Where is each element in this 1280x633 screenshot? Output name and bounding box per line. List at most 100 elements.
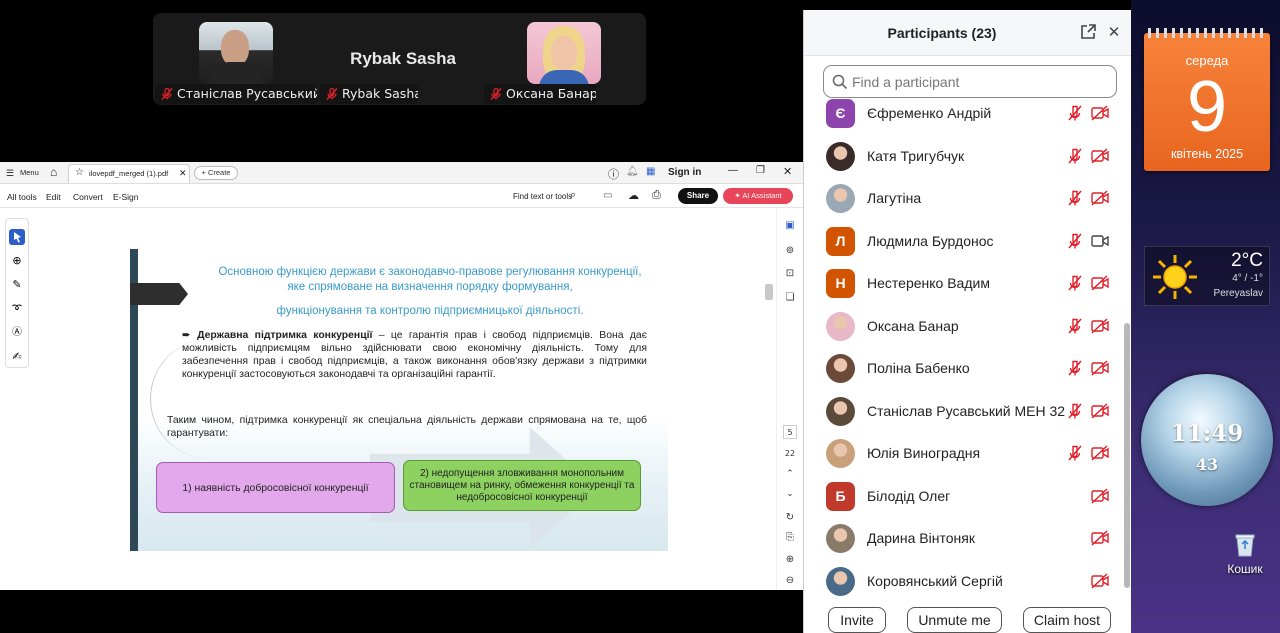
video-tile-oksana[interactable] [527,22,601,84]
save-icon[interactable]: ▭ [603,190,612,201]
pdf-document-view[interactable]: Основною функцією держави є законодавчо-… [30,209,776,590]
muted-mic-icon[interactable] [1066,189,1084,207]
close-window-icon[interactable]: ✕ [783,165,792,178]
video-off-icon[interactable] [1090,317,1110,335]
esign-menu[interactable]: E-Sign [113,192,139,202]
participant-row[interactable]: Катя Тригубчук [804,135,1124,177]
participant-row[interactable]: Н Нестеренко Вадим [804,262,1124,304]
muted-mic-icon[interactable] [1066,232,1084,250]
muted-mic-icon[interactable] [1066,317,1084,335]
menu-label[interactable]: Menu [20,168,39,177]
video-off-icon[interactable] [1090,189,1110,207]
participant-scrollbar[interactable] [1124,98,1130,598]
zoom-icon[interactable]: ⊕ [9,253,25,269]
document-tab[interactable]: ☆ ilovepdf_merged (1).pdf ✕ [68,164,190,183]
page-number-input[interactable]: 5 [783,425,797,439]
participant-row[interactable]: Оксана Банар [804,305,1124,347]
muted-mic-icon[interactable] [1066,274,1084,292]
close-tab-icon[interactable]: ✕ [179,168,187,179]
link-icon[interactable]: ⊚ [783,244,797,258]
clock-gadget[interactable]: 11:49 43 [1141,374,1273,506]
help-icon[interactable]: ⓘ [608,166,619,182]
video-off-icon[interactable] [1090,529,1110,547]
pages-icon[interactable]: ❏ [783,291,797,305]
participant-row[interactable]: Коровянський Сергій [804,560,1124,599]
document-scrollbar[interactable] [765,284,773,300]
search-icon[interactable]: ⌕ [570,189,576,202]
convert-menu[interactable]: Convert [73,192,103,202]
avatar [826,439,855,468]
lasso-icon[interactable]: ➰︎ [9,301,25,317]
find-tools-search[interactable]: Find text or tools [513,192,572,201]
muted-mic-icon[interactable] [1066,104,1084,122]
maximize-icon[interactable]: ❐ [756,165,765,176]
comment-icon[interactable]: ▣ [783,219,797,233]
sign-icon[interactable]: ✍︎ [9,349,25,365]
print-icon[interactable]: ⎙ [652,189,661,202]
calendar-gadget[interactable]: середа 9 квітень 2025 [1144,28,1270,171]
sign-in-link[interactable]: Sign in [668,167,701,178]
page-down-icon[interactable]: ⌄ [783,487,797,501]
share-button[interactable]: Share [678,188,718,204]
muted-mic-icon[interactable] [1066,444,1084,462]
clock-seconds: 43 [1195,455,1219,474]
export-icon[interactable]: ⊡ [783,267,797,281]
refresh-icon[interactable]: ↻ [783,511,797,525]
recycle-bin[interactable]: Кошик [1225,530,1265,580]
all-tools-menu[interactable]: All tools [7,192,37,202]
minimize-icon[interactable]: — [728,165,738,176]
participant-row[interactable]: Станіслав Русавський МЕН 32 [804,390,1124,432]
edit-menu[interactable]: Edit [46,192,61,202]
weather-gadget[interactable]: 2°C 4° / -1° Pereyaslav [1144,246,1270,306]
participant-name: Юлія Виноградня [867,445,981,461]
video-off-icon[interactable] [1090,487,1110,505]
create-button[interactable]: + Create [194,166,238,180]
ai-assistant-button[interactable]: ✦ AI Assistant [723,188,793,204]
video-off-icon[interactable] [1090,444,1110,462]
zoom-in-icon[interactable]: ⊕ [783,553,797,567]
star-icon[interactable]: ☆ [75,167,84,178]
apps-grid-icon[interactable]: ▦ [646,166,655,177]
upload-cloud-icon[interactable]: ☁ [628,189,639,202]
participants-footer: Invite Unmute me Claim host [804,598,1132,633]
pop-out-icon[interactable] [1079,23,1097,41]
participant-row[interactable]: Дарина Вінтоняк [804,517,1124,559]
video-camera-icon[interactable] [1090,232,1110,250]
unmute-me-button[interactable]: Unmute me [907,607,1002,633]
select-cursor-icon[interactable] [9,229,25,245]
video-off-icon[interactable] [1090,274,1110,292]
muted-mic-icon [161,87,173,100]
search-input[interactable] [852,72,1107,92]
claim-host-button[interactable]: Claim host [1023,607,1111,633]
home-icon[interactable]: ⌂ [50,165,57,179]
participant-row[interactable]: Поліна Бабенко [804,347,1124,389]
page-up-icon[interactable]: ⌃ [783,467,797,481]
muted-mic-icon[interactable] [1066,402,1084,420]
pen-icon[interactable]: ✎ [9,277,25,293]
video-off-icon[interactable] [1090,402,1110,420]
close-panel-icon[interactable]: ✕ [1105,23,1123,41]
participant-row[interactable]: Лагутіна [804,177,1124,219]
participant-row[interactable]: Є Єфременко Андрій [804,98,1124,134]
text-box-icon[interactable]: Ⓐ [9,325,25,341]
invite-button[interactable]: Invite [828,607,886,633]
hamburger-icon[interactable]: ☰ [6,168,14,179]
video-off-icon[interactable] [1090,104,1110,122]
participant-row[interactable]: Л Людмила Бурдонос [804,220,1124,262]
muted-mic-icon[interactable] [1066,147,1084,165]
zoom-out-icon[interactable]: ⊖ [783,574,797,588]
participant-row[interactable]: Б Білодід Олег [804,475,1124,517]
muted-mic-icon[interactable] [1066,359,1084,377]
pdf-page-slide: Основною функцією держави є законодавчо-… [130,249,668,551]
video-tile-stanislav[interactable] [199,22,273,84]
bell-icon[interactable]: 🔔︎ [626,166,639,177]
avatar [826,311,855,341]
search-icon [832,74,848,90]
video-off-icon[interactable] [1090,572,1110,590]
participant-row[interactable]: Юлія Виноградня [804,432,1124,474]
video-off-icon[interactable] [1090,359,1110,377]
right-toolbar: ▣ ⊚ ⊡ ❏ 5 22 ⌃ ⌄ ↻ ⎘ ⊕ ⊖ [776,209,803,590]
participant-search[interactable] [823,65,1117,98]
video-off-icon[interactable] [1090,147,1110,165]
save-page-icon[interactable]: ⎘ [783,531,797,545]
